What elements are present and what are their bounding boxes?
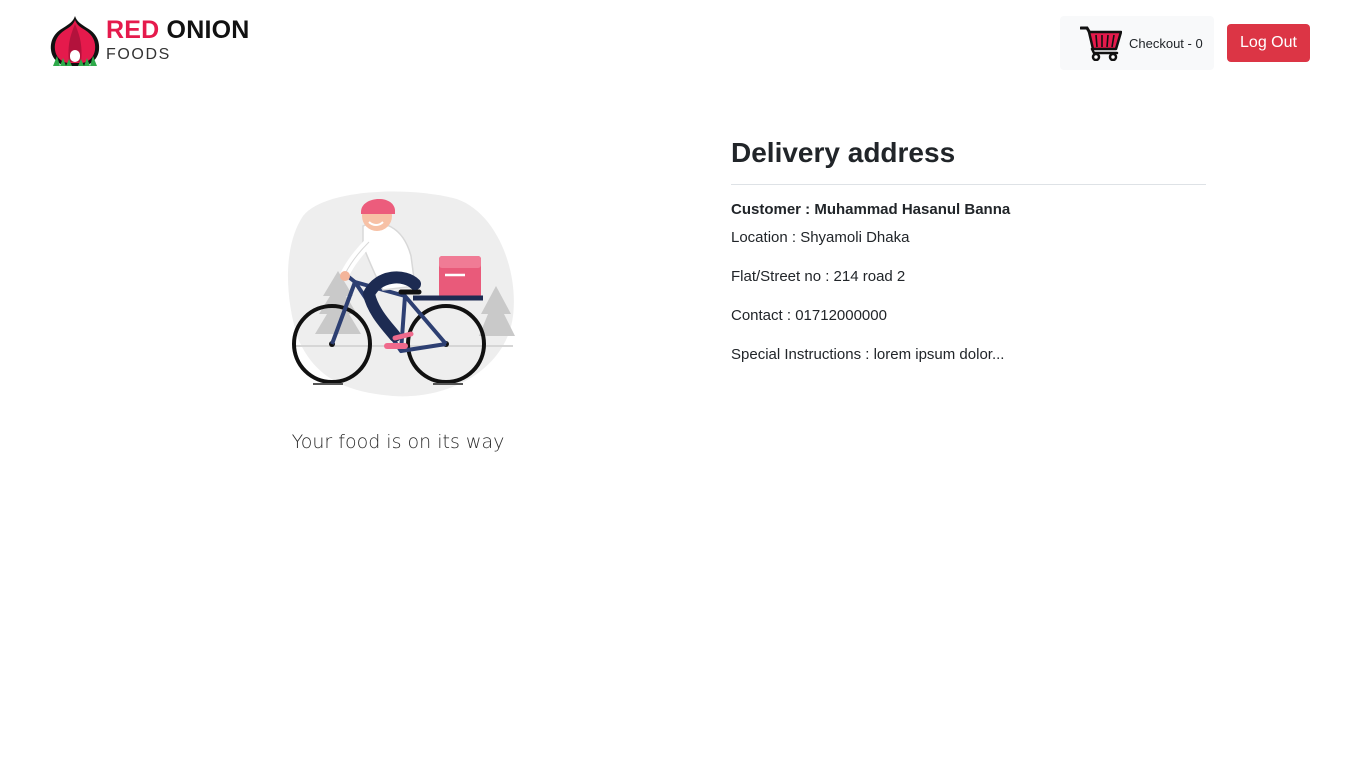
delivery-special-instructions: Special Instructions : lorem ipsum dolor… xyxy=(731,346,1005,363)
divider xyxy=(731,184,1206,185)
cart-icon xyxy=(1080,26,1122,61)
brand-name-red: RED xyxy=(106,16,160,44)
brand-logo[interactable]: RED ONION FOODS xyxy=(49,14,250,68)
delivery-location: Location : Shyamoli Dhaka xyxy=(731,229,910,246)
checkout-label: Checkout - 0 xyxy=(1129,35,1203,51)
delivery-flat-street: Flat/Street no : 214 road 2 xyxy=(731,268,906,285)
delivery-bicycle-illustration xyxy=(287,191,515,397)
logout-button[interactable]: Log Out xyxy=(1227,24,1310,62)
brand-name-black: ONION xyxy=(166,16,250,44)
onion-logo-icon xyxy=(50,16,100,66)
delivery-address-panel: Delivery address Customer : Muhammad Has… xyxy=(731,131,1206,385)
delivery-status-caption: Your food is on its way xyxy=(291,431,505,453)
brand-subtitle: FOODS xyxy=(106,46,171,63)
checkout-button[interactable]: Checkout - 0 xyxy=(1060,16,1214,70)
delivery-address-heading: Delivery address xyxy=(731,137,956,168)
delivery-contact: Contact : 01712000000 xyxy=(731,307,887,324)
customer-name: Customer : Muhammad Hasanul Banna xyxy=(731,201,1011,218)
page: RED ONION FOODS Checkout - 0 Log Out You… xyxy=(0,0,1366,768)
